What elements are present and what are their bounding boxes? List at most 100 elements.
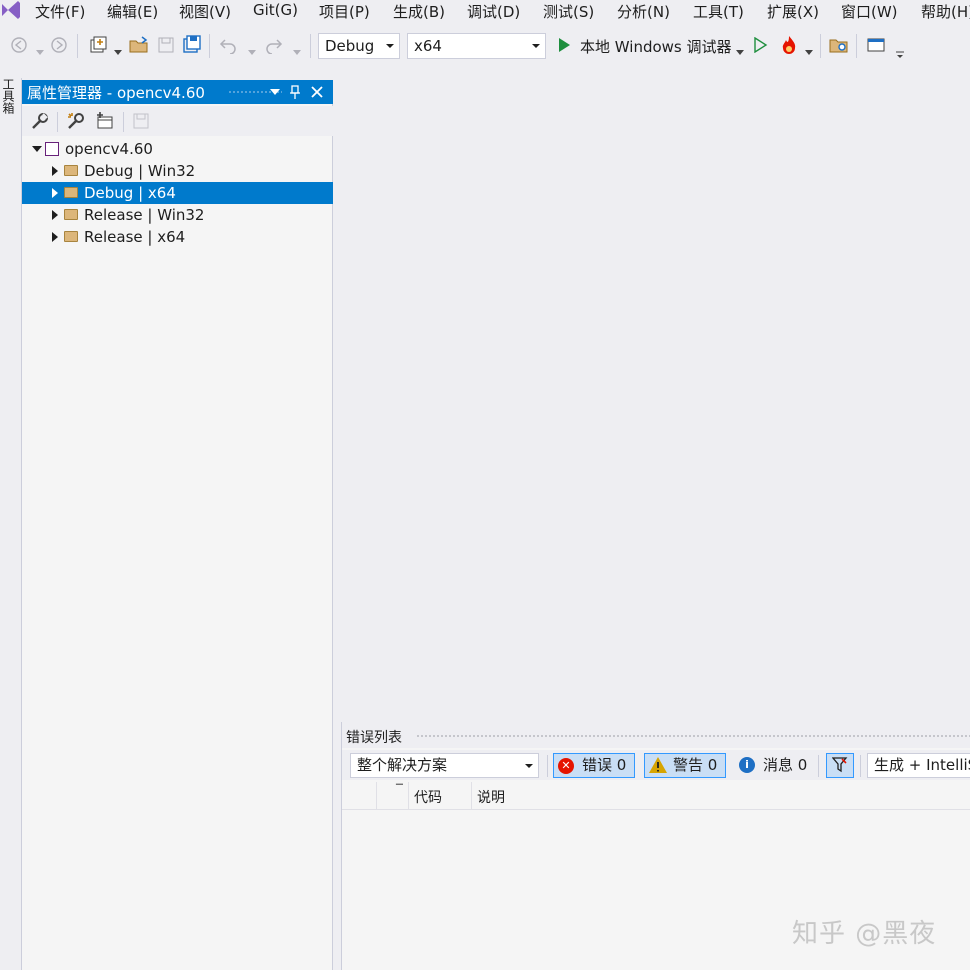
add-existing-property-sheet-icon[interactable] — [93, 110, 115, 132]
toolbox-tab[interactable]: 工具箱 — [0, 78, 15, 128]
tree-item-label: Debug | Win32 — [84, 162, 196, 180]
chevron-down-icon — [386, 44, 394, 48]
start-debugging-button[interactable]: 本地 Windows 调试器 — [580, 36, 732, 57]
toolbar-separator — [856, 34, 857, 58]
folder-icon — [64, 231, 78, 242]
menu-project[interactable]: 项目(P) — [319, 1, 370, 22]
close-icon[interactable] — [308, 83, 326, 101]
error-source-value: 生成 + IntelliS — [874, 756, 970, 774]
pin-icon[interactable] — [286, 83, 304, 101]
column-separator[interactable] — [408, 782, 409, 810]
expand-arrow-icon[interactable] — [52, 166, 58, 176]
cpp-project-icon — [45, 142, 59, 156]
visual-studio-logo-icon[interactable] — [0, 0, 22, 20]
window-position-dropdown-icon[interactable] — [266, 83, 284, 101]
solution-platform-select[interactable]: x64 — [407, 33, 546, 59]
start-debugging-play-icon[interactable] — [553, 34, 575, 56]
error-source-select[interactable]: 生成 + IntelliS — [867, 753, 970, 778]
filter-toggle-button[interactable] — [826, 753, 854, 778]
save-icon[interactable] — [155, 34, 177, 56]
chevron-down-icon[interactable] — [293, 42, 301, 55]
error-list-toolbar: 整个解决方案 ✕ 错误 0 警告 0 i 消息 0 生成 + IntelliS — [342, 750, 970, 780]
navigate-forward-icon[interactable] — [48, 34, 70, 56]
chevron-down-icon[interactable] — [248, 42, 256, 55]
toolbox-tab-label: 工具箱 — [1, 78, 15, 114]
tree-item-project[interactable]: opencv4.60 — [22, 138, 333, 160]
warnings-filter-label: 警告 0 — [673, 756, 718, 774]
property-manager-panel: 属性管理器 - opencv4.60 opencv4.60 Debug | Wi… — [22, 80, 333, 970]
find-in-files-icon[interactable] — [828, 34, 850, 56]
column-separator[interactable] — [471, 782, 472, 810]
toolbar-overflow-icon[interactable] — [895, 45, 905, 58]
expand-arrow-icon[interactable] — [52, 188, 58, 198]
menu-edit[interactable]: 编辑(E) — [107, 1, 158, 22]
menu-extensions[interactable]: 扩展(X) — [767, 1, 819, 22]
navigate-back-icon[interactable] — [8, 34, 30, 56]
messages-filter-button[interactable]: i 消息 0 — [735, 753, 811, 778]
error-scope-value: 整个解决方案 — [357, 756, 448, 774]
redo-icon[interactable] — [262, 34, 284, 56]
chevron-down-icon[interactable] — [805, 42, 813, 55]
expand-arrow-icon[interactable] — [52, 210, 58, 220]
chevron-down-icon — [532, 44, 540, 48]
warnings-filter-button[interactable]: 警告 0 — [644, 753, 726, 778]
toolbar-separator — [77, 34, 78, 58]
tree-item-label: Release | x64 — [84, 228, 186, 246]
error-list-header: ▔ 代码 说明 — [342, 782, 970, 810]
menu-analyze[interactable]: 分析(N) — [617, 1, 670, 22]
solution-configuration-select[interactable]: Debug — [318, 33, 400, 59]
toolbar-separator — [860, 755, 861, 777]
tree-item-config[interactable]: Debug | Win32 — [22, 160, 333, 182]
warning-icon — [649, 757, 667, 773]
add-new-property-sheet-icon[interactable] — [65, 110, 87, 132]
tree-item-config-selected[interactable]: Debug | x64 — [22, 182, 333, 204]
tree-item-label: Release | Win32 — [84, 206, 205, 224]
error-list-titlebar[interactable]: 错误列表 — [342, 722, 970, 748]
expand-arrow-icon[interactable] — [52, 232, 58, 242]
start-without-debugging-icon[interactable] — [749, 34, 771, 56]
chevron-down-icon[interactable] — [36, 42, 44, 55]
menu-test[interactable]: 测试(S) — [543, 1, 594, 22]
menu-debug[interactable]: 调试(D) — [467, 1, 520, 22]
open-folder-icon[interactable] — [128, 34, 150, 56]
properties-wrench-icon[interactable] — [29, 110, 51, 132]
menu-tools[interactable]: 工具(T) — [693, 1, 744, 22]
menu-help[interactable]: 帮助(H) — [921, 1, 970, 22]
toolbar-separator — [123, 112, 124, 132]
folder-icon — [64, 209, 78, 220]
chevron-down-icon[interactable] — [736, 42, 744, 55]
info-icon: i — [739, 757, 755, 773]
save-all-icon[interactable] — [181, 34, 203, 56]
solution-configuration-value: Debug — [325, 37, 375, 55]
hot-reload-flame-icon[interactable] — [778, 34, 800, 56]
menu-build[interactable]: 生成(B) — [393, 1, 445, 22]
save-icon[interactable] — [130, 110, 152, 132]
browser-window-icon[interactable] — [865, 34, 887, 56]
tree-item-config[interactable]: Release | x64 — [22, 226, 333, 248]
column-header-code[interactable]: 代码 — [414, 787, 442, 807]
tree-item-config[interactable]: Release | Win32 — [22, 204, 333, 226]
toolbar-separator — [820, 34, 821, 58]
menu-git[interactable]: Git(G) — [253, 1, 298, 19]
undo-icon[interactable] — [218, 34, 240, 56]
collapse-arrow-icon[interactable] — [32, 146, 42, 152]
new-project-icon[interactable] — [87, 34, 109, 56]
tree-item-label: Debug | x64 — [84, 184, 176, 202]
chevron-down-icon[interactable] — [114, 42, 122, 55]
menu-view[interactable]: 视图(V) — [179, 1, 231, 22]
menu-file[interactable]: 文件(F) — [35, 1, 85, 22]
error-scope-select[interactable]: 整个解决方案 — [350, 753, 539, 778]
toolbar-separator — [57, 112, 58, 132]
panel-drag-grip[interactable] — [416, 734, 970, 739]
menu-window[interactable]: 窗口(W) — [841, 1, 898, 22]
column-header-description[interactable]: 说明 — [477, 787, 505, 807]
folder-icon — [64, 187, 78, 198]
sort-indicator-icon[interactable]: ▔ — [396, 785, 403, 795]
property-manager-toolbar — [22, 106, 333, 136]
toolbar-separator — [310, 34, 311, 58]
chevron-down-icon — [525, 764, 533, 768]
property-manager-titlebar[interactable]: 属性管理器 - opencv4.60 — [22, 80, 333, 104]
errors-filter-button[interactable]: ✕ 错误 0 — [553, 753, 635, 778]
column-separator[interactable] — [376, 782, 377, 810]
toolbar-separator — [547, 755, 548, 777]
